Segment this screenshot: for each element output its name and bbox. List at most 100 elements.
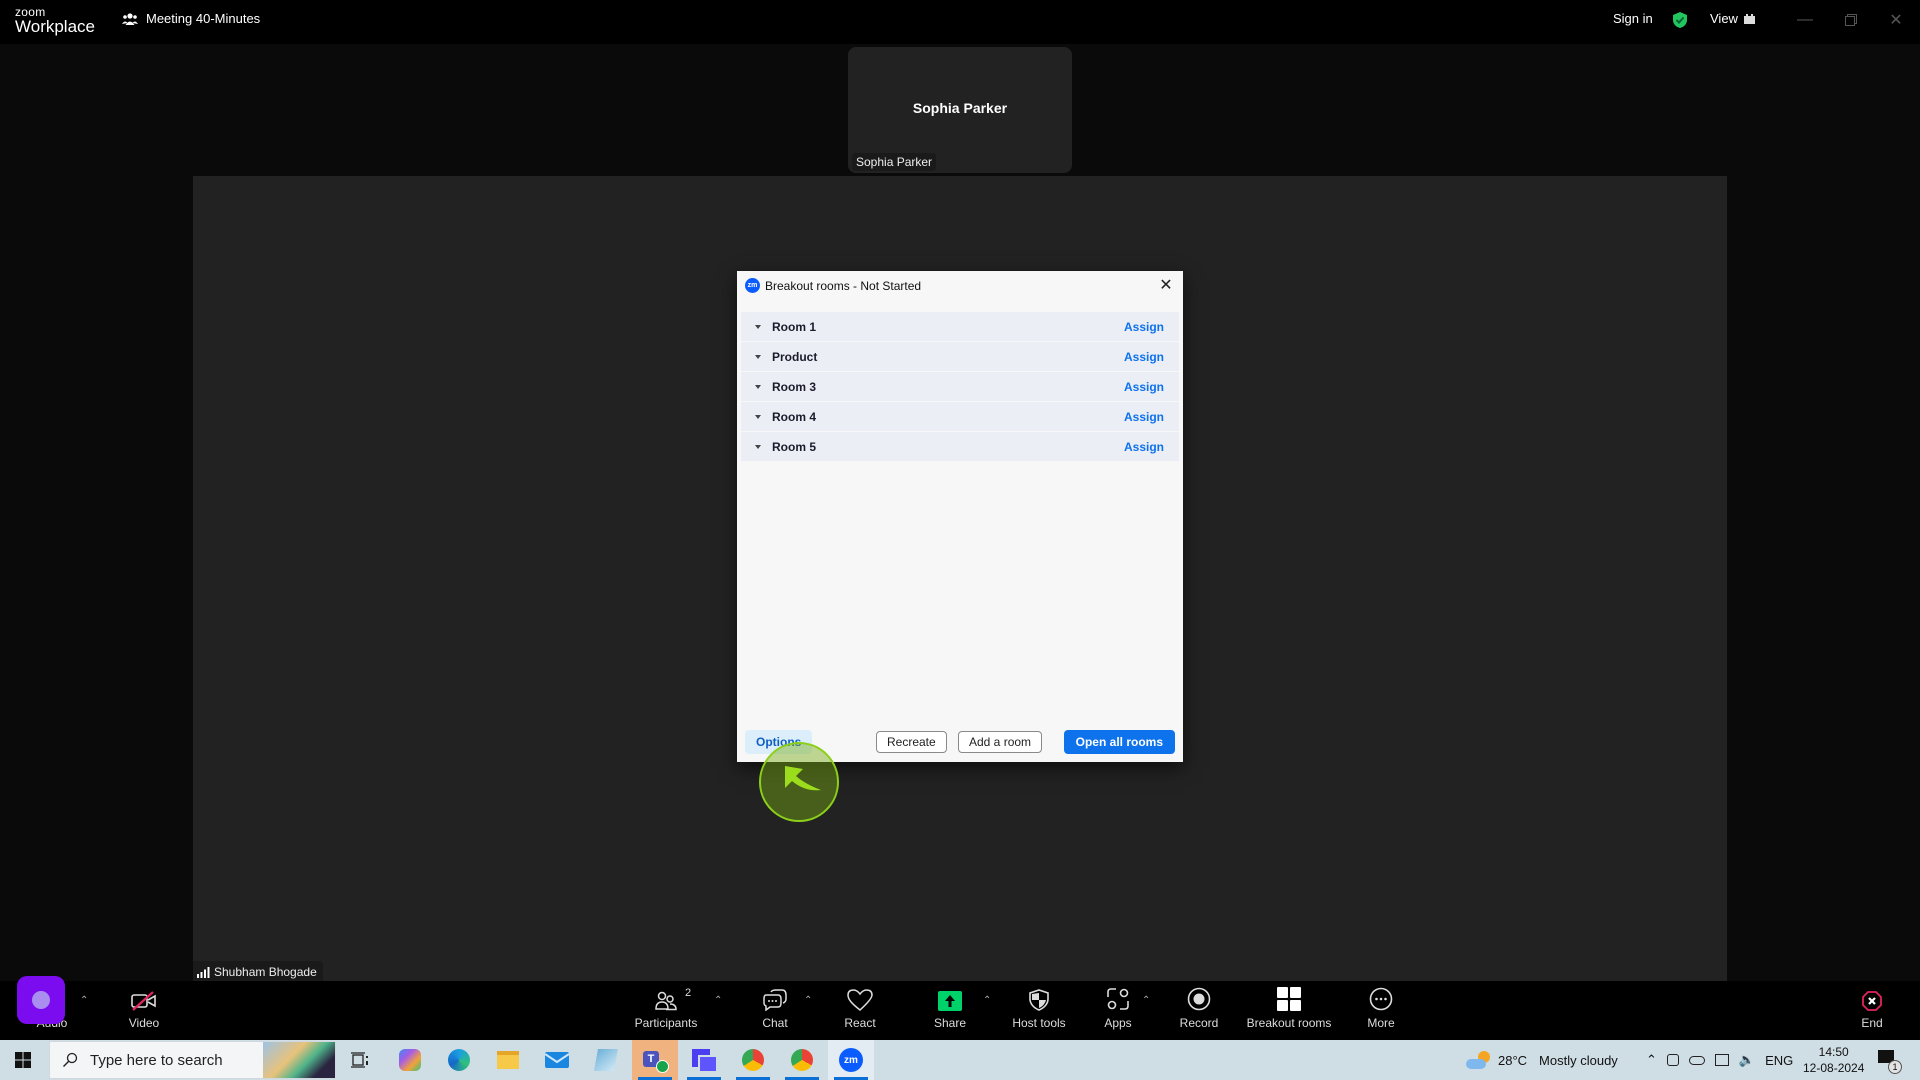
share-button[interactable]: Share [934, 981, 966, 1040]
weather-widget[interactable]: 28°C Mostly cloudy [1466, 1040, 1618, 1080]
task-view-button[interactable] [337, 1040, 383, 1080]
dialog-title: Breakout rooms - Not Started [765, 278, 922, 293]
room-name: Room 3 [772, 379, 817, 394]
volume-icon[interactable]: 🔈 [1739, 1052, 1755, 1068]
expand-caret-icon[interactable] [755, 354, 761, 359]
audio-toggle-overlay[interactable] [17, 976, 65, 1024]
windows-logo-icon [15, 1052, 31, 1068]
rooms-list: Room 1 Assign Product Assign Room 3 Assi… [741, 312, 1179, 462]
chat-options-caret[interactable]: ⌃ [804, 995, 812, 1006]
chrome-icon [742, 1049, 764, 1071]
room-row[interactable]: Room 1 Assign [741, 312, 1179, 342]
chrome-app-2[interactable] [779, 1040, 825, 1080]
chat-button[interactable]: Chat [760, 981, 790, 1040]
react-button[interactable]: React [844, 981, 876, 1040]
onedrive-icon[interactable] [1688, 1055, 1705, 1065]
breakout-rooms-button[interactable]: Breakout rooms [1247, 981, 1331, 1040]
self-name-tag: Shubham Bhogade [193, 961, 323, 981]
room-row[interactable]: Room 5 Assign [741, 432, 1179, 462]
assign-link[interactable]: Assign [1124, 440, 1164, 454]
zoom-icon: zm [839, 1048, 863, 1072]
cursor-arrow-icon [785, 766, 821, 791]
network-icon[interactable] [1714, 1054, 1729, 1066]
more-button[interactable]: More [1366, 981, 1396, 1040]
meeting-title: Meeting 40-Minutes [146, 11, 261, 26]
notification-center-button[interactable]: 1 [1878, 1040, 1902, 1080]
edge-app[interactable] [436, 1040, 482, 1080]
search-icon [63, 1052, 78, 1067]
show-hidden-icons-icon[interactable]: ⌃ [1646, 1052, 1657, 1068]
shield-icon [1029, 989, 1049, 1011]
participants-options-caret[interactable]: ⌃ [714, 995, 722, 1006]
weather-cloudy-icon [1466, 1051, 1490, 1069]
notepad-app[interactable] [583, 1040, 629, 1080]
room-row[interactable]: Product Assign [741, 342, 1179, 372]
zoom-workplace-logo: zoom Workplace [15, 6, 95, 35]
expand-caret-icon[interactable] [755, 384, 761, 389]
participants-button[interactable]: 2 Participants [633, 981, 699, 1040]
chrome-app-1[interactable] [730, 1040, 776, 1080]
start-button[interactable] [0, 1040, 46, 1080]
end-label: End [1861, 1016, 1883, 1030]
task-view-icon [351, 1052, 368, 1068]
camera-tray-icon[interactable] [1666, 1054, 1679, 1066]
restore-button[interactable] [1839, 8, 1863, 32]
record-icon [1187, 987, 1211, 1011]
recreate-button[interactable]: Recreate [876, 731, 947, 753]
share-options-caret[interactable]: ⌃ [983, 995, 991, 1006]
video-off-icon [131, 991, 156, 1011]
assign-link[interactable]: Assign [1124, 380, 1164, 394]
close-window-button[interactable]: ✕ [1884, 8, 1908, 32]
file-explorer-app[interactable] [485, 1040, 531, 1080]
meeting-info[interactable]: Meeting 40-Minutes [122, 11, 260, 26]
add-room-button[interactable]: Add a room [958, 731, 1043, 753]
sign-in-link[interactable]: Sign in [1613, 11, 1653, 26]
assign-link[interactable]: Assign [1124, 350, 1164, 364]
title-bar: zoom Workplace Meeting 40-Minutes Sign i… [0, 0, 1920, 44]
expand-caret-icon[interactable] [755, 324, 761, 329]
room-row[interactable]: Room 4 Assign [741, 402, 1179, 432]
mail-app[interactable] [534, 1040, 580, 1080]
security-shield-icon[interactable] [1672, 11, 1688, 34]
dialog-close-button[interactable]: ✕ [1157, 276, 1175, 294]
open-all-rooms-button[interactable]: Open all rooms [1063, 730, 1175, 754]
room-name: Room 1 [772, 319, 817, 334]
copilot-app[interactable] [387, 1040, 433, 1080]
breakout-rooms-icon [1277, 987, 1301, 1011]
record-button[interactable]: Record [1179, 981, 1219, 1040]
audio-indicator-icon [32, 991, 50, 1009]
meeting-toolbar: Audio ⌃ Video 2 Participants ⌃ Chat ⌃ Re… [0, 981, 1920, 1040]
share-label: Share [933, 1016, 967, 1030]
end-meeting-button[interactable]: End [1860, 981, 1884, 1040]
apps-options-caret[interactable]: ⌃ [1142, 995, 1150, 1006]
zoom-app-icon: zm [745, 278, 760, 293]
app-purple[interactable] [681, 1040, 727, 1080]
view-button[interactable]: View [1710, 11, 1755, 26]
taskbar-search-box[interactable]: Type here to search [49, 1041, 336, 1079]
host-tools-label: Host tools [1012, 1016, 1066, 1030]
language-indicator[interactable]: ENG [1765, 1053, 1793, 1068]
assign-link[interactable]: Assign [1124, 410, 1164, 424]
expand-caret-icon[interactable] [755, 444, 761, 449]
system-tray: ⌃ 🔈 ENG [1646, 1040, 1793, 1080]
participants-label: Participants [634, 1016, 698, 1030]
clock[interactable]: 14:50 12-08-2024 [1803, 1040, 1864, 1080]
zoom-app[interactable]: zm [828, 1040, 874, 1080]
folder-icon [497, 1051, 519, 1069]
room-name: Room 4 [772, 409, 817, 424]
breakout-rooms-dialog: zm Breakout rooms - Not Started ✕ Room 1… [737, 271, 1183, 762]
room-row[interactable]: Room 3 Assign [741, 372, 1179, 402]
teams-app[interactable]: T [632, 1040, 678, 1080]
chat-icon [763, 989, 787, 1011]
host-tools-button[interactable]: Host tools [1012, 981, 1066, 1040]
video-button[interactable]: Video [124, 981, 164, 1040]
participant-tile[interactable]: Sophia Parker Sophia Parker [848, 47, 1072, 173]
windows-taskbar: Type here to search T zm 28°C Mostly clo… [0, 1040, 1920, 1080]
chat-label: Chat [762, 1016, 788, 1030]
restore-icon [1845, 14, 1857, 26]
apps-button[interactable]: Apps [1104, 981, 1132, 1040]
audio-options-caret[interactable]: ⌃ [80, 995, 88, 1006]
assign-link[interactable]: Assign [1124, 320, 1164, 334]
expand-caret-icon[interactable] [755, 414, 761, 419]
minimize-button[interactable]: — [1793, 8, 1817, 32]
